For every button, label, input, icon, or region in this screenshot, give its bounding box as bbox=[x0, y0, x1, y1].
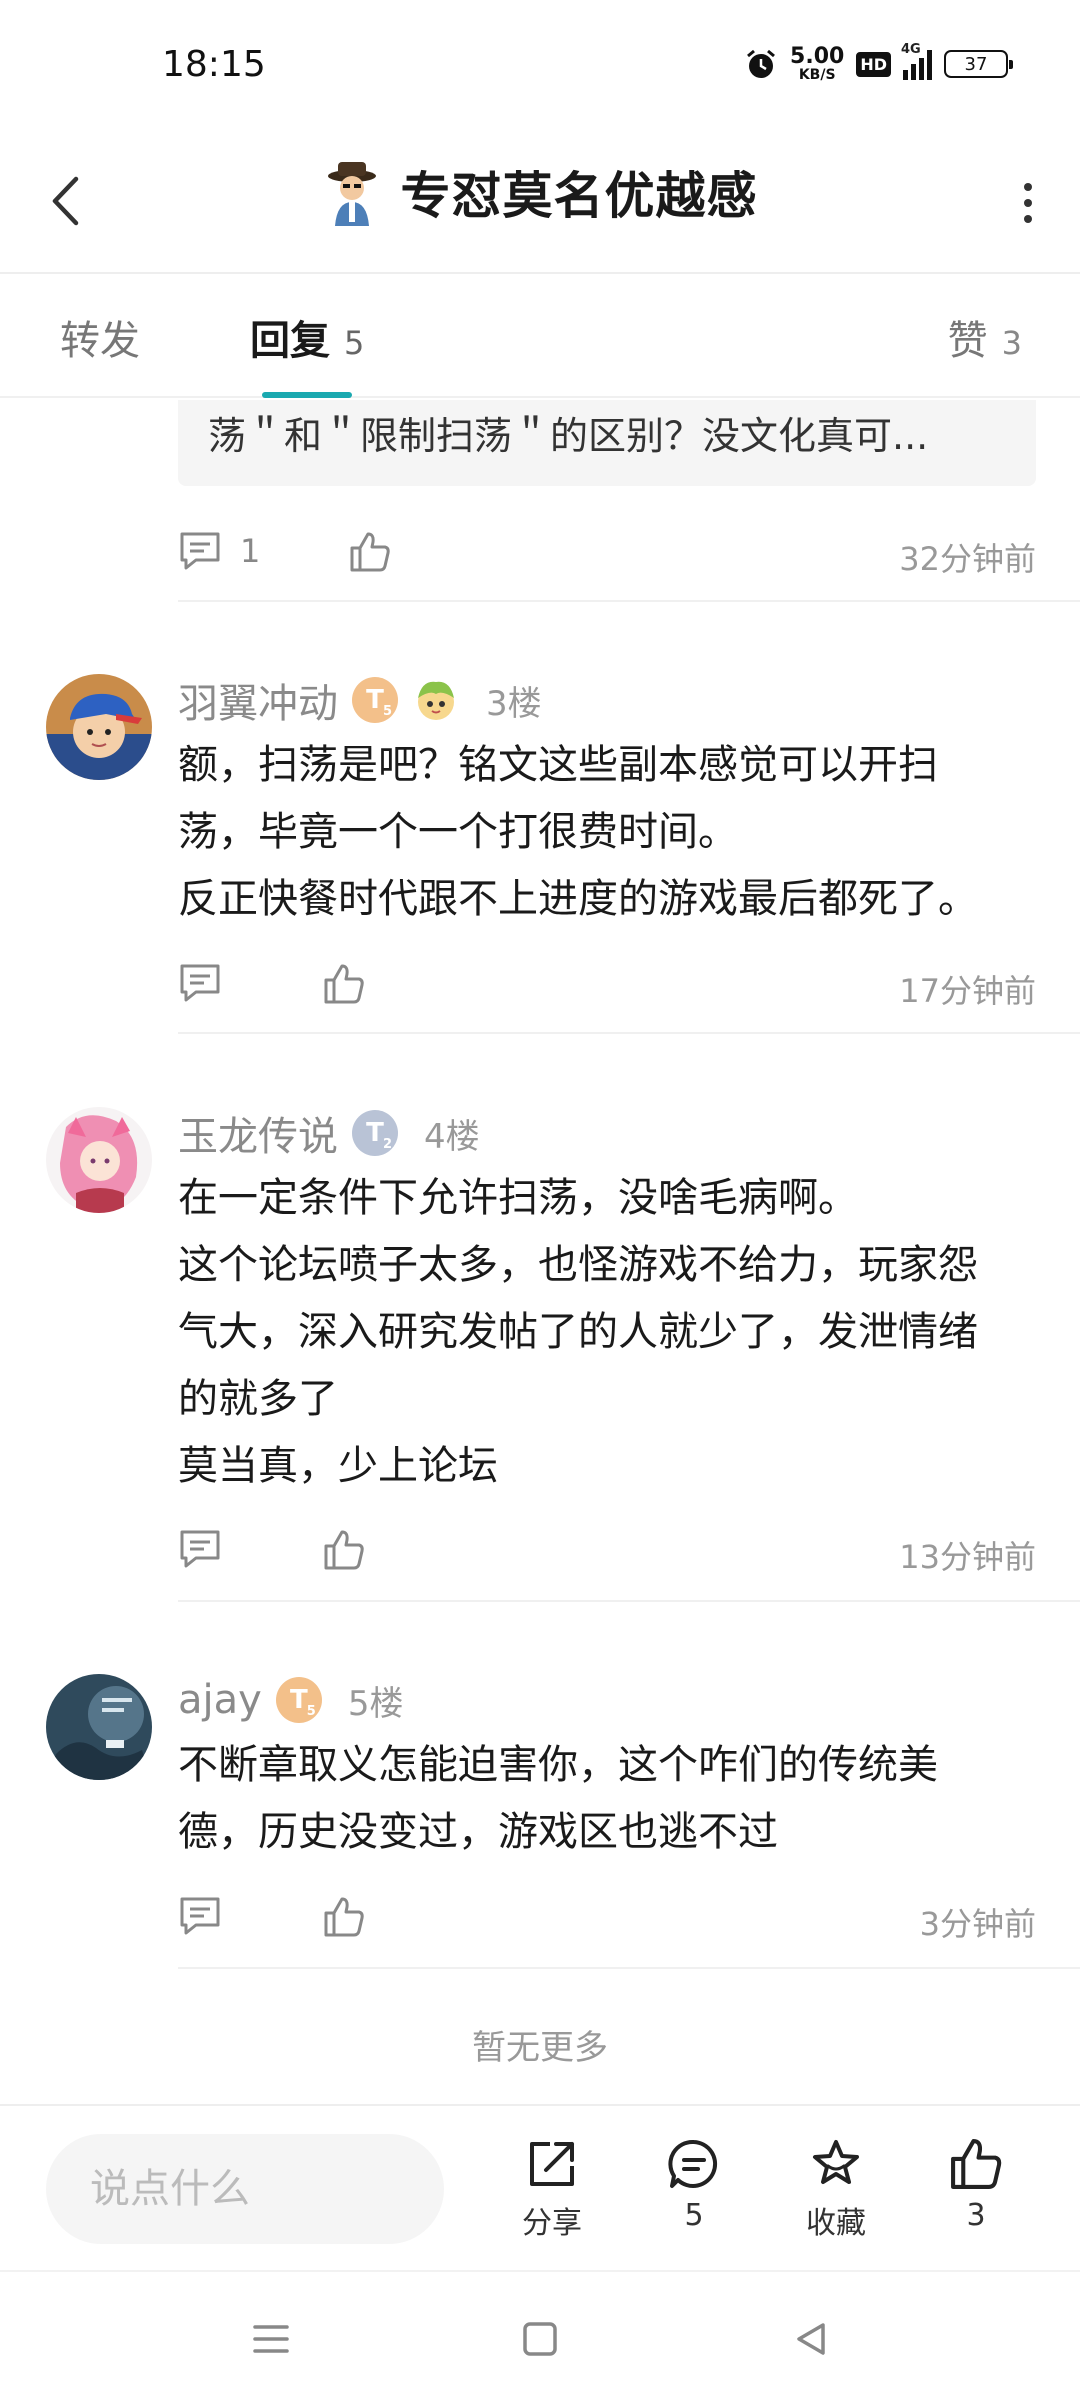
tab-reply[interactable]: 回复 5 bbox=[250, 308, 364, 366]
floor-number: 3楼 bbox=[486, 683, 542, 724]
reply-content[interactable]: 额，扫荡是吧？铭文这些副本感觉可以开扫 荡，毕竟一个一个打很费时间。 反正快餐时… bbox=[178, 732, 1048, 933]
comment-icon bbox=[180, 532, 220, 570]
share-button[interactable]: 分享 bbox=[502, 2136, 602, 2242]
timestamp: 13分钟前 bbox=[899, 1538, 1036, 1576]
reply-actions: 3分钟前 bbox=[178, 1887, 1036, 1947]
net-speed: 5.00 KB/S bbox=[790, 44, 845, 83]
likes-count: 3 bbox=[966, 2198, 986, 2233]
username[interactable]: 玉龙传说 bbox=[178, 1104, 338, 1162]
comment-icon bbox=[180, 1530, 220, 1568]
favorite-label: 收藏 bbox=[806, 2206, 866, 2241]
comment-icon bbox=[180, 1897, 220, 1935]
comment-count: 1 bbox=[240, 532, 261, 570]
square-icon bbox=[523, 2322, 557, 2356]
top-header: 专怼莫名优越感 bbox=[0, 128, 1080, 274]
menu-button[interactable] bbox=[236, 2304, 306, 2374]
menu-icon bbox=[253, 2325, 289, 2353]
comment-bubble-icon bbox=[668, 2139, 718, 2188]
comment-button[interactable] bbox=[178, 962, 222, 1004]
divider bbox=[178, 600, 1080, 602]
divider bbox=[178, 1032, 1080, 1034]
more-options-button[interactable] bbox=[1004, 168, 1052, 238]
thumbs-up-icon bbox=[951, 2139, 1002, 2189]
tab-like-count: 3 bbox=[1001, 324, 1022, 362]
like-button[interactable] bbox=[322, 1528, 366, 1572]
comments-button[interactable]: 5 bbox=[644, 2136, 744, 2233]
status-time: 18:15 bbox=[162, 44, 266, 85]
like-button[interactable] bbox=[322, 1895, 366, 1939]
share-label: 分享 bbox=[522, 2206, 582, 2241]
username[interactable]: 羽翼冲动 bbox=[178, 671, 338, 729]
status-icons: 5.00 KB/S HD 4G 37 bbox=[744, 42, 1013, 84]
hd-badge: HD bbox=[856, 51, 891, 77]
comment-button[interactable]: 1 bbox=[178, 530, 260, 572]
username[interactable]: ajay bbox=[178, 1677, 262, 1723]
reply-actions: 17分钟前 bbox=[178, 954, 1036, 1014]
user-avatar[interactable] bbox=[46, 674, 152, 780]
comment-button[interactable] bbox=[178, 1895, 222, 1937]
level-badge-icon: T5 bbox=[275, 1677, 322, 1723]
share-icon bbox=[530, 2142, 574, 2186]
like-button[interactable] bbox=[322, 962, 366, 1006]
signal-icon: 4G bbox=[901, 42, 932, 80]
home-button[interactable] bbox=[505, 2304, 575, 2374]
timestamp: 17分钟前 bbox=[899, 972, 1036, 1010]
reply-header: 玉龙传说 T2 4楼 bbox=[178, 1105, 480, 1161]
favorite-button[interactable]: 收藏 bbox=[786, 2136, 886, 2242]
timestamp: 32分钟前 bbox=[899, 540, 1036, 578]
timestamp: 3分钟前 bbox=[919, 1905, 1036, 1943]
reply-list: 荡＂和＂限制扫荡＂的区别？没文化真可... 1 32分钟前 羽翼冲动 T5 3楼… bbox=[0, 400, 1080, 2100]
like-button[interactable] bbox=[348, 530, 392, 574]
reply-content[interactable]: 在一定条件下允许扫荡，没啥毛病啊。 这个论坛喷子太多，也怪游戏不给力，玩家怨 气… bbox=[178, 1165, 1048, 1500]
divider bbox=[178, 1967, 1080, 1969]
star-icon bbox=[813, 2140, 859, 2184]
fan-badge-icon bbox=[418, 681, 454, 720]
thumbs-up-icon bbox=[350, 532, 390, 572]
system-nav-bar bbox=[0, 2270, 1080, 2400]
floor-number: 4楼 bbox=[424, 1116, 480, 1157]
tab-reply-count: 5 bbox=[344, 324, 365, 362]
triangle-back-icon bbox=[797, 2323, 825, 2355]
reply-content[interactable]: 不断章取义怎能迫害你，这个咋们的传统美 德，历史没变过，游戏区也逃不过 bbox=[178, 1732, 1048, 1866]
tab-active-indicator bbox=[262, 392, 352, 398]
forum-avatar[interactable] bbox=[323, 156, 381, 228]
tab-bar: 转发 回复 5 赞 3 bbox=[0, 276, 1080, 398]
reply-actions: 1 32分钟前 bbox=[178, 522, 1036, 582]
comment-button[interactable] bbox=[178, 1528, 222, 1570]
divider bbox=[178, 1600, 1080, 1602]
thumbs-up-icon bbox=[324, 964, 364, 1004]
quoted-reply[interactable]: 荡＂和＂限制扫荡＂的区别？没文化真可... bbox=[178, 400, 1036, 486]
status-bar: 18:15 5.00 KB/S HD 4G 37 bbox=[0, 0, 1080, 128]
comments-count: 5 bbox=[684, 2198, 704, 2233]
battery-icon: 37 bbox=[944, 50, 1013, 78]
reply-header: ajay T5 5楼 bbox=[178, 1672, 403, 1728]
header-center: 专怼莫名优越感 bbox=[0, 156, 1080, 228]
like-post-button[interactable]: 3 bbox=[926, 2136, 1026, 2233]
level-badge-icon: T5 bbox=[352, 677, 398, 723]
reply-actions: 13分钟前 bbox=[178, 1520, 1036, 1580]
tab-like[interactable]: 赞 3 bbox=[948, 308, 1022, 366]
user-avatar[interactable] bbox=[46, 1674, 152, 1780]
tab-forward[interactable]: 转发 bbox=[60, 308, 140, 366]
thumbs-up-icon bbox=[324, 1530, 364, 1570]
bottom-action-bar: 说点什么 分享 5 收藏 3 bbox=[0, 2104, 1080, 2270]
back-nav-button[interactable] bbox=[776, 2304, 846, 2374]
level-badge-icon: T2 bbox=[352, 1110, 398, 1156]
reply-input[interactable]: 说点什么 bbox=[46, 2134, 444, 2244]
thumbs-up-icon bbox=[324, 1897, 364, 1937]
alarm-icon bbox=[747, 49, 776, 78]
comment-icon bbox=[180, 964, 220, 1002]
floor-number: 5楼 bbox=[347, 1683, 404, 1724]
user-avatar[interactable] bbox=[46, 1107, 152, 1213]
reply-header: 羽翼冲动 T5 3楼 bbox=[178, 672, 542, 728]
more-dots-icon bbox=[1024, 183, 1032, 191]
page-title: 专怼莫名优越感 bbox=[400, 167, 758, 225]
no-more-text: 暂无更多 bbox=[472, 2028, 608, 2068]
